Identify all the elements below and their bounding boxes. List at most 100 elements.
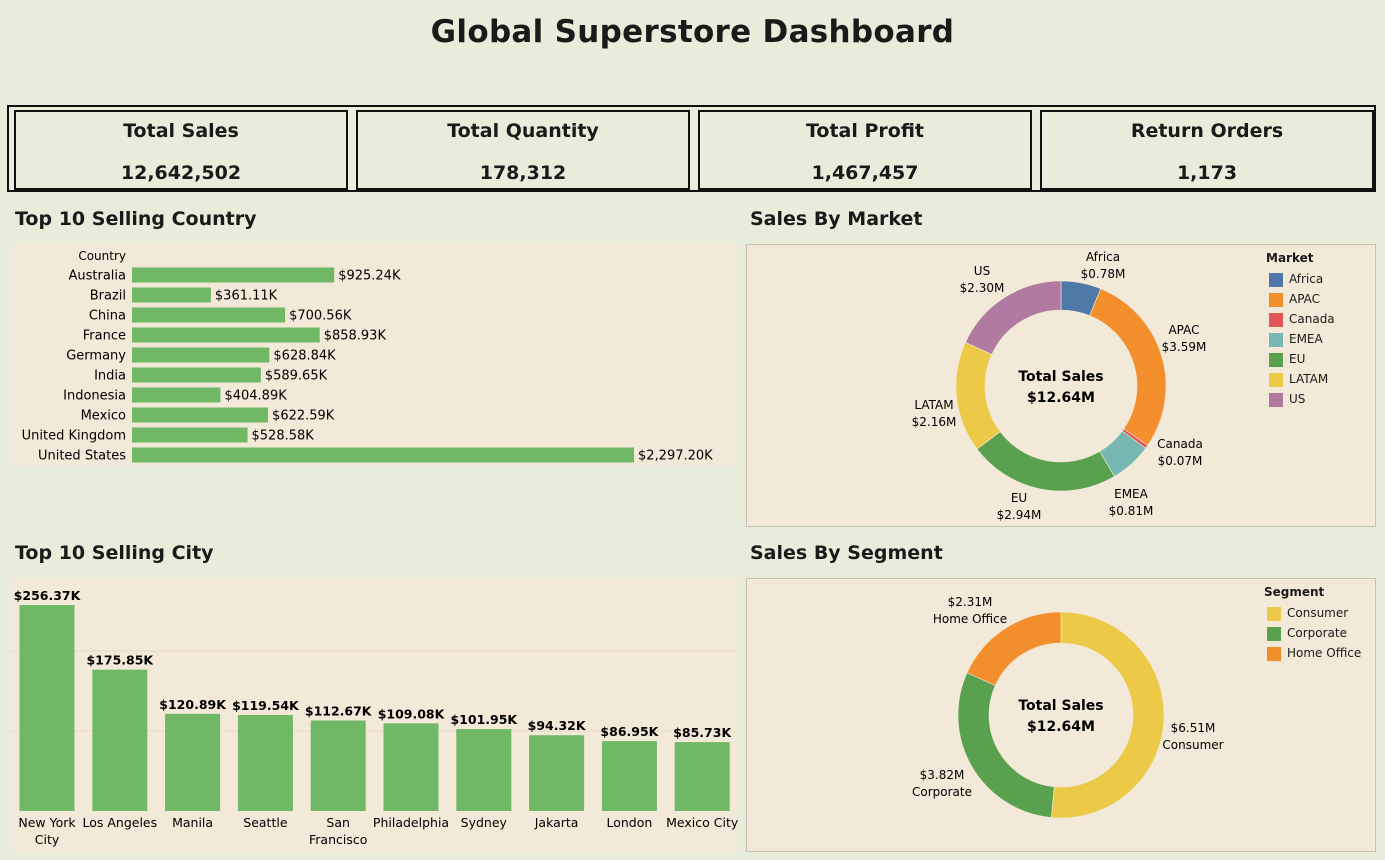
center-label: Total Sales — [1018, 698, 1103, 714]
bar[interactable] — [132, 347, 270, 363]
bar[interactable] — [383, 723, 439, 811]
bar[interactable] — [529, 735, 585, 811]
kpi-card-total-quantity: Total Quantity 178,312 — [356, 110, 690, 190]
category-label: India — [94, 369, 126, 384]
donut-slice[interactable] — [957, 672, 1055, 818]
legend-swatch — [1269, 272, 1283, 287]
legend-item[interactable]: Africa — [1269, 271, 1323, 287]
data-label: $101.95K — [450, 712, 518, 727]
country-bar-chart: Country Australia $925.24K Brazil $361.11K Ch… — [22, 249, 714, 464]
slice-name-label: Consumer — [1162, 738, 1223, 752]
center-value: $12.64M — [1027, 719, 1095, 735]
legend-item[interactable]: EU — [1269, 351, 1305, 367]
data-label: $925.24K — [338, 269, 401, 284]
donut-slice[interactable] — [955, 341, 1001, 450]
legend-label: APAC — [1289, 292, 1321, 306]
bar[interactable] — [165, 713, 221, 811]
dashboard-title: Global Superstore Dashboard — [430, 14, 955, 50]
data-label: $175.85K — [86, 653, 154, 668]
country-chart-panel: Country Australia $925.24K Brazil $361.11K Ch… — [11, 244, 738, 466]
bar[interactable] — [132, 327, 320, 343]
axis-header: Country — [78, 249, 126, 263]
data-label: $112.67K — [305, 703, 373, 718]
segment-legend-title: Segment — [1264, 585, 1325, 599]
legend-swatch — [1267, 626, 1281, 641]
bar[interactable] — [237, 714, 293, 811]
center-value: $12.64M — [1027, 390, 1095, 406]
category-label: Manila — [172, 815, 213, 830]
bar[interactable] — [92, 669, 148, 811]
slice-value-label: $0.78M — [1081, 267, 1126, 281]
slice-name-label: EMEA — [1114, 487, 1149, 501]
legend-swatch — [1269, 312, 1283, 327]
bar[interactable] — [132, 287, 211, 303]
bar[interactable] — [132, 447, 634, 463]
data-label: $361.11K — [215, 289, 278, 304]
legend-label: Canada — [1289, 312, 1335, 326]
slice-name-label: Home Office — [933, 612, 1007, 626]
slice-value-label: $2.30M — [960, 281, 1005, 295]
legend-item[interactable]: Consumer — [1267, 605, 1348, 621]
category-label: Germany — [66, 349, 126, 364]
city-chart-panel: $256.37K New York City $175.85K Los Angeles $… — [11, 578, 739, 852]
kpi-label: Total Sales — [123, 120, 239, 142]
market-chart-panel: Total Sales $12.64M Africa $0.78M APAC $3.59M… — [746, 244, 1376, 527]
category-label: Mexico — [81, 409, 126, 424]
slice-value-label: $2.16M — [912, 415, 957, 429]
bar[interactable] — [132, 307, 286, 323]
legend-item[interactable]: Home Office — [1267, 645, 1361, 661]
data-label: $700.56K — [289, 309, 352, 324]
legend-swatch — [1269, 352, 1283, 367]
bar[interactable] — [310, 720, 366, 811]
bar[interactable] — [132, 387, 221, 403]
kpi-card-return-orders: Return Orders 1,173 — [1040, 110, 1374, 190]
legend-label: LATAM — [1289, 372, 1329, 386]
bar[interactable] — [456, 729, 512, 811]
kpi-value: 1,173 — [1176, 162, 1238, 184]
data-label: $622.59K — [272, 409, 335, 424]
kpi-label: Return Orders — [1130, 120, 1284, 142]
legend-item[interactable]: EMEA — [1269, 331, 1323, 347]
slice-value-label: $6.51M — [1171, 721, 1216, 735]
legend-label: Africa — [1289, 272, 1324, 286]
bar[interactable] — [132, 367, 261, 383]
slice-value-label: $2.94M — [997, 508, 1042, 522]
bar[interactable] — [132, 267, 335, 283]
legend-label: EMEA — [1289, 332, 1323, 346]
country-chart-title: Top 10 Selling Country — [15, 208, 257, 230]
category-label: Philadelphia — [373, 815, 449, 830]
slice-value-label: $3.82M — [920, 768, 965, 782]
bar[interactable] — [674, 742, 730, 811]
data-label: $85.73K — [673, 725, 732, 740]
legend-item[interactable]: APAC — [1269, 291, 1320, 307]
legend-item[interactable]: LATAM — [1269, 371, 1328, 387]
legend-swatch — [1269, 292, 1283, 307]
slice-name-label: Africa — [1086, 250, 1120, 264]
legend-swatch — [1269, 332, 1283, 347]
bar[interactable] — [601, 741, 657, 811]
legend-item[interactable]: Corporate — [1267, 625, 1347, 641]
category-label: United States — [38, 449, 126, 464]
slice-value-label: $0.07M — [1158, 454, 1203, 468]
kpi-card-total-sales: Total Sales 12,642,502 — [14, 110, 348, 190]
bar[interactable] — [132, 427, 248, 443]
donut-slice[interactable] — [1089, 288, 1167, 446]
legend-item[interactable]: US — [1269, 391, 1305, 407]
donut-slice[interactable] — [976, 431, 1115, 492]
category-label: Seattle — [243, 815, 288, 830]
city-bar-chart: $256.37K New York City $175.85K Los Angeles $… — [11, 588, 739, 847]
legend-label: Corporate — [1287, 626, 1347, 640]
bar[interactable] — [19, 605, 75, 811]
data-label: $94.32K — [528, 718, 587, 733]
bar[interactable] — [132, 407, 269, 423]
slice-name-label: Canada — [1157, 437, 1203, 451]
donut-slice[interactable] — [1050, 611, 1165, 819]
category-label: London — [606, 815, 652, 830]
legend-label: US — [1289, 392, 1306, 406]
legend-item[interactable]: Canada — [1269, 311, 1335, 327]
legend-label: Home Office — [1287, 646, 1362, 660]
market-legend-title: Market — [1266, 251, 1314, 265]
category-label: United Kingdom — [22, 429, 126, 444]
segment-chart-panel: Total Sales $12.64M $6.51M Consumer $3.82M Co… — [746, 578, 1376, 852]
legend-swatch — [1269, 392, 1283, 407]
